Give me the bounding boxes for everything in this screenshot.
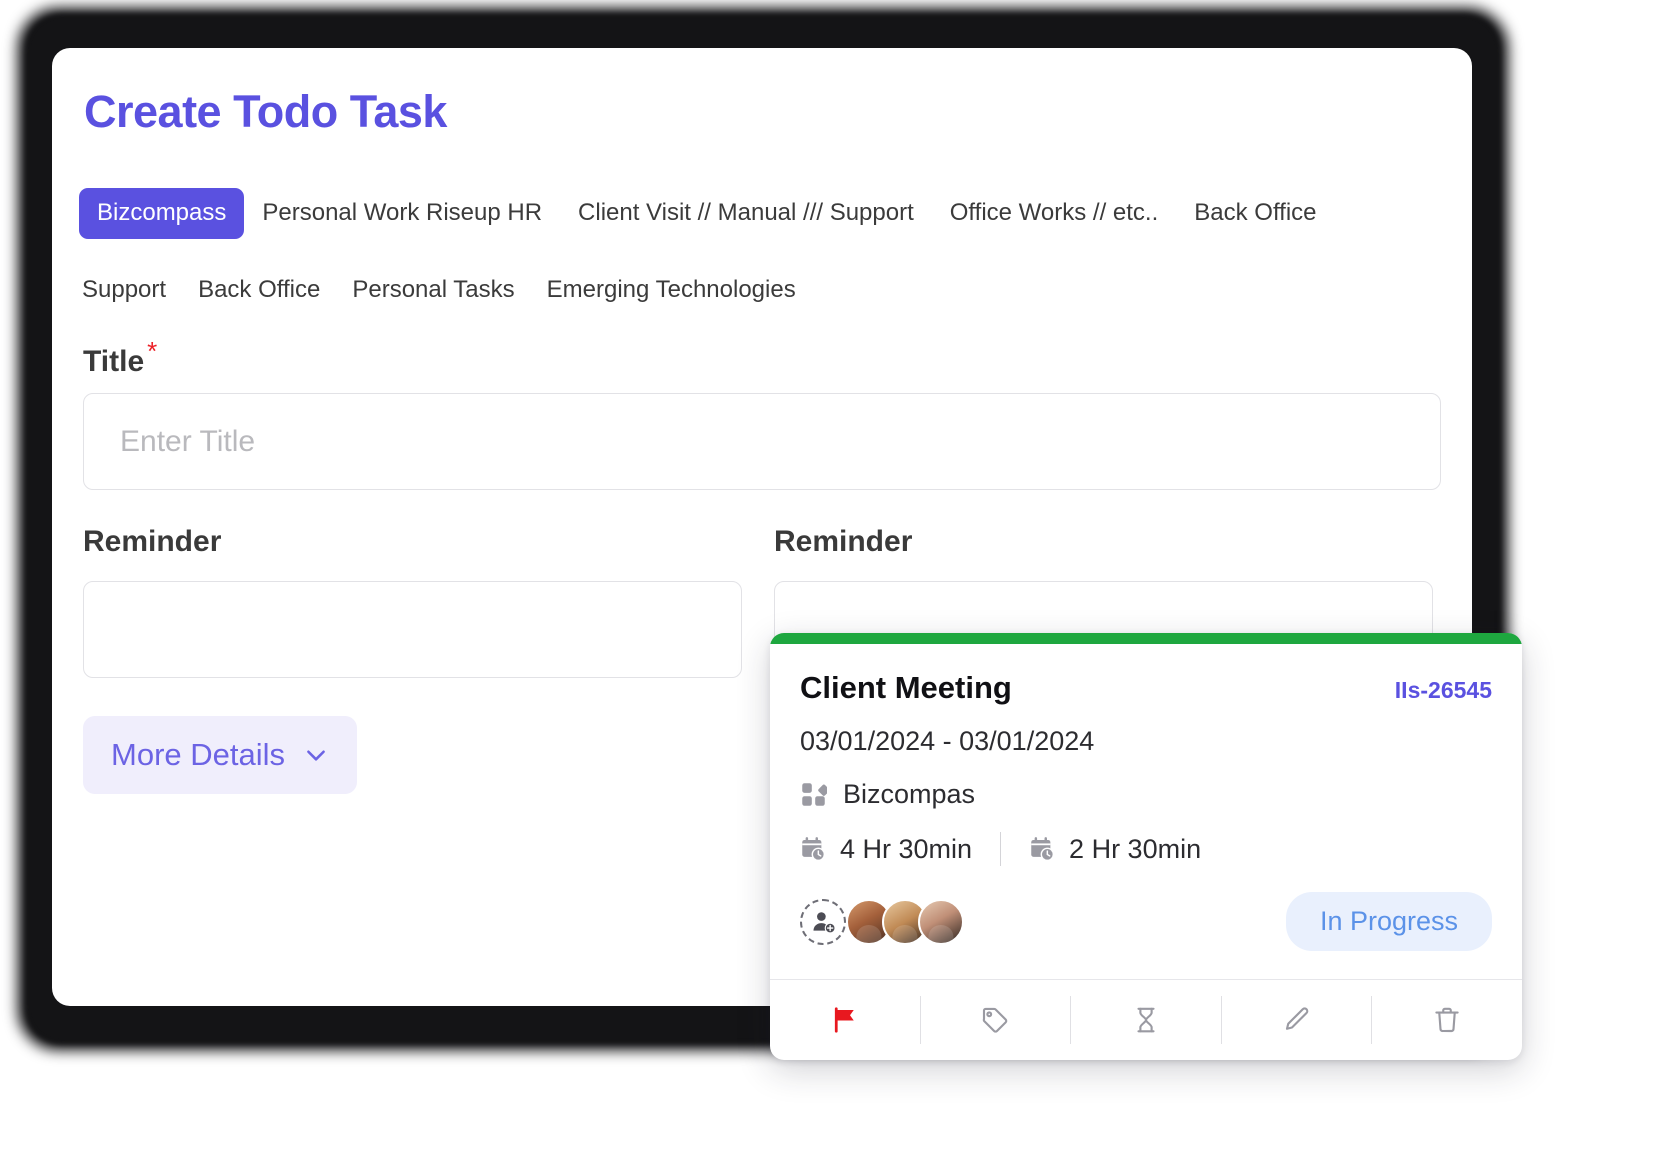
- delete-button[interactable]: [1372, 996, 1522, 1044]
- tab-personal-tasks[interactable]: Personal Tasks: [336, 276, 530, 305]
- grid-icon: [800, 781, 827, 808]
- task-id[interactable]: IIs-26545: [1395, 677, 1492, 704]
- tab-support[interactable]: Support: [82, 276, 182, 305]
- more-details-label: More Details: [111, 737, 285, 772]
- tab-emerging-technologies[interactable]: Emerging Technologies: [531, 276, 812, 305]
- tab-office-works-etc[interactable]: Office Works // etc..: [932, 199, 1177, 228]
- reminder-right-label: Reminder: [774, 525, 913, 558]
- time-divider: [1000, 832, 1002, 866]
- tag-button[interactable]: [921, 996, 1072, 1044]
- screenshot-root: Create Todo Task Bizcompass Personal Wor…: [0, 0, 1664, 1172]
- task-date-range: 03/01/2024 - 03/01/2024: [800, 726, 1095, 756]
- trash-icon: [1432, 1005, 1462, 1035]
- pencil-icon: [1282, 1005, 1312, 1035]
- task-estimated-time: 4 Hr 30min: [840, 833, 973, 864]
- task-spent-time-cell: 2 Hr 30min: [1029, 834, 1201, 865]
- tab-bizcompass[interactable]: Bizcompass: [79, 188, 245, 239]
- title-field-label: Title *: [83, 336, 157, 379]
- task-status-color-bar: [770, 633, 1522, 644]
- tag-icon: [980, 1005, 1010, 1035]
- timer-button[interactable]: [1071, 996, 1222, 1044]
- avatar[interactable]: [918, 898, 964, 945]
- category-tabs-row-1: Bizcompass Personal Work Riseup HR Clien…: [79, 188, 1335, 239]
- title-input-placeholder: Enter Title: [120, 424, 256, 458]
- tab-client-visit-manual-support[interactable]: Client Visit // Manual /// Support: [560, 199, 932, 228]
- hourglass-icon: [1131, 1005, 1161, 1035]
- category-tabs-row-2: Support Back Office Personal Tasks Emerg…: [82, 276, 812, 305]
- flag-button[interactable]: [770, 996, 921, 1044]
- required-asterisk: *: [147, 336, 158, 366]
- title-label-text: Title: [83, 345, 145, 378]
- task-spent-time: 2 Hr 30min: [1069, 833, 1202, 864]
- status-badge[interactable]: In Progress: [1285, 892, 1492, 951]
- task-title: Client Meeting: [800, 670, 1012, 705]
- tab-back-office[interactable]: Back Office: [1176, 199, 1334, 228]
- task-project-name: Bizcompas: [843, 779, 976, 809]
- task-card-action-bar: [770, 979, 1522, 1060]
- more-details-button[interactable]: More Details: [83, 716, 357, 794]
- page-title: Create Todo Task: [84, 86, 447, 137]
- reminder-left-input[interactable]: [83, 581, 742, 678]
- tab-back-office-2[interactable]: Back Office: [182, 276, 336, 305]
- chevron-down-icon: [303, 742, 329, 768]
- task-card-body: Client Meeting IIs-26545 03/01/2024 - 03…: [770, 644, 1522, 951]
- task-assignees: [800, 898, 964, 945]
- tab-personal-work-riseup-hr[interactable]: Personal Work Riseup HR: [244, 199, 560, 228]
- task-people-row: In Progress: [800, 892, 1492, 951]
- task-time-row: 4 Hr 30min 2 Hr 30min: [800, 832, 1492, 866]
- edit-button[interactable]: [1222, 996, 1373, 1044]
- title-input[interactable]: Enter Title: [83, 393, 1441, 490]
- calendar-clock-icon: [1029, 836, 1056, 863]
- task-project-row: Bizcompas: [800, 779, 1492, 810]
- add-person-icon[interactable]: [800, 898, 846, 945]
- flag-icon: [830, 1005, 860, 1035]
- reminder-left-label: Reminder: [83, 525, 222, 558]
- task-card[interactable]: Client Meeting IIs-26545 03/01/2024 - 03…: [770, 633, 1522, 1060]
- task-estimated-time-cell: 4 Hr 30min: [800, 834, 972, 865]
- task-card-header: Client Meeting IIs-26545: [800, 670, 1492, 706]
- calendar-clock-icon: [800, 836, 827, 863]
